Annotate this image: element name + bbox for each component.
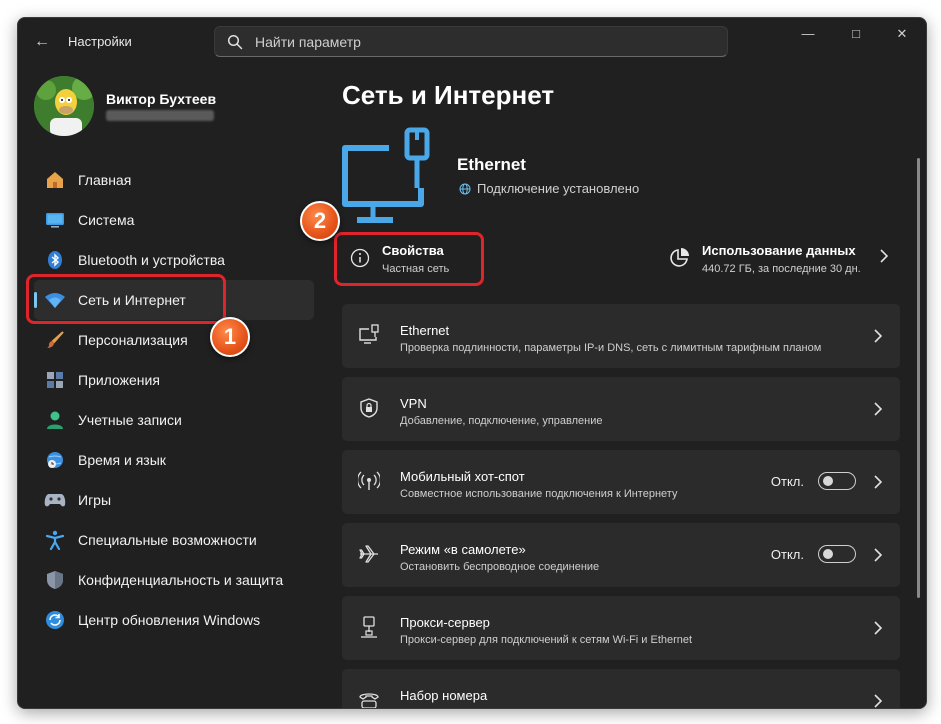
minimize-icon[interactable]: — <box>788 24 828 44</box>
bluetooth-icon <box>44 249 66 271</box>
airplane-mode-toggle[interactable] <box>818 545 856 563</box>
step-badge-2: 2 <box>300 201 340 241</box>
row-title: Прокси-сервер <box>400 615 490 630</box>
title-bar: ← Настройки — □ ✕ <box>18 18 926 66</box>
row-subtitle: Совместное использование подключения к И… <box>400 488 678 500</box>
sidebar-item-accounts[interactable]: Учетные записи <box>34 400 314 440</box>
accessibility-icon <box>44 529 66 551</box>
brush-icon <box>44 329 66 351</box>
sidebar-item-system[interactable]: Система <box>34 200 314 240</box>
sidebar-item-label: Учетные записи <box>78 412 182 428</box>
row-subtitle: Проверка подлинности, параметры IP-и DNS… <box>400 342 822 354</box>
close-icon[interactable]: ✕ <box>882 24 922 44</box>
chevron-right-icon <box>874 548 883 562</box>
sidebar-item-label: Персонализация <box>78 332 188 348</box>
step-badge-1: 1 <box>210 317 250 357</box>
chevron-right-icon <box>874 329 883 343</box>
row-subtitle: Добавление, подключение, управление <box>400 415 603 427</box>
sidebar-item-home[interactable]: Главная <box>34 160 314 200</box>
sidebar-item-label: Bluetooth и устройства <box>78 252 225 268</box>
sidebar-nav: Главная Система Bluetooth и устройства С… <box>34 160 314 640</box>
airplane-icon <box>358 543 380 565</box>
sidebar-item-privacy[interactable]: Конфиденциальность и защита <box>34 560 314 600</box>
maximize-icon[interactable]: □ <box>836 24 876 44</box>
row-title: Режим «в самолете» <box>400 542 526 557</box>
toggle-knob <box>823 549 833 559</box>
row-mobile-hotspot[interactable]: Мобильный хот-спот Совместное использова… <box>342 450 900 514</box>
toggle-knob <box>823 476 833 486</box>
settings-list: Ethernet Проверка подлинности, параметры… <box>342 304 900 708</box>
hotspot-toggle[interactable] <box>818 472 856 490</box>
vpn-shield-icon <box>358 397 380 419</box>
row-title: Мобильный хот-спот <box>400 469 525 484</box>
row-proxy[interactable]: Прокси-сервер Прокси-сервер для подключе… <box>342 596 900 660</box>
sidebar-item-gaming[interactable]: Игры <box>34 480 314 520</box>
connection-status-text: Подключение установлено <box>477 181 640 196</box>
sidebar-item-label: Конфиденциальность и защита <box>78 572 284 588</box>
callout-network <box>26 274 226 324</box>
profile-email-blurred <box>106 110 214 121</box>
scrollbar[interactable] <box>917 158 920 598</box>
globe-clock-icon <box>44 449 66 471</box>
row-title: Ethernet <box>400 323 450 338</box>
back-arrow-icon[interactable]: ← <box>32 32 52 52</box>
settings-window: ← Настройки — □ ✕ Виктор Бухтеев <box>17 17 927 709</box>
avatar[interactable] <box>34 76 94 136</box>
sidebar-item-label: Время и язык <box>78 452 166 468</box>
chevron-right-icon <box>880 249 889 263</box>
search-input[interactable] <box>255 32 715 52</box>
apps-icon <box>44 369 66 391</box>
ethernet-computer-icon <box>342 127 430 223</box>
row-ethernet[interactable]: Ethernet Проверка подлинности, параметры… <box>342 304 900 368</box>
row-title: Набор номера <box>400 688 488 703</box>
sidebar-item-windows-update[interactable]: Центр обновления Windows <box>34 600 314 640</box>
sidebar-item-label: Система <box>78 212 135 228</box>
app-title: Настройки <box>68 34 132 49</box>
row-dialup[interactable]: Набор номера <box>342 669 900 708</box>
chevron-right-icon <box>874 694 883 708</box>
gamepad-icon <box>44 489 66 511</box>
chevron-right-icon <box>874 621 883 635</box>
row-subtitle: Остановить беспроводное соединение <box>400 561 600 573</box>
update-icon <box>44 609 66 631</box>
sidebar-item-personalization[interactable]: Персонализация <box>34 320 314 360</box>
row-airplane-mode[interactable]: Режим «в самолете» Остановить беспроводн… <box>342 523 900 587</box>
row-title: VPN <box>400 396 427 411</box>
globe-icon <box>459 183 471 194</box>
data-usage-button[interactable]: Использование данных 440.72 ГБ, за после… <box>666 236 900 284</box>
connection-status: Подключение установлено <box>459 181 639 196</box>
shield-icon <box>44 569 66 591</box>
search-box[interactable] <box>214 26 728 57</box>
profile-name: Виктор Бухтеев <box>106 91 217 107</box>
row-vpn[interactable]: VPN Добавление, подключение, управление <box>342 377 900 441</box>
account-icon <box>44 409 66 431</box>
sidebar-item-label: Специальные возможности <box>78 532 257 548</box>
sidebar-item-time-language[interactable]: Время и язык <box>34 440 314 480</box>
chevron-right-icon <box>874 475 883 489</box>
sidebar-item-label: Игры <box>78 492 112 508</box>
data-usage-subtitle: 440.72 ГБ, за последние 30 дн. <box>702 263 861 275</box>
sidebar-item-label: Главная <box>78 172 132 188</box>
data-usage-title: Использование данных <box>702 243 856 258</box>
connection-name: Ethernet <box>457 155 526 174</box>
toggle-state-label: Откл. <box>770 474 804 489</box>
sidebar-item-apps[interactable]: Приложения <box>34 360 314 400</box>
sidebar-item-accessibility[interactable]: Специальные возможности <box>34 520 314 560</box>
pie-chart-icon <box>670 248 689 267</box>
ethernet-icon <box>358 324 380 346</box>
system-icon <box>44 209 66 231</box>
dialup-icon <box>358 689 380 708</box>
search-icon <box>227 34 243 50</box>
hotspot-icon <box>358 470 380 492</box>
row-subtitle: Прокси-сервер для подключений к сетям Wi… <box>400 634 693 646</box>
chevron-right-icon <box>874 402 883 416</box>
sidebar-item-label: Приложения <box>78 372 160 388</box>
sidebar-item-label: Центр обновления Windows <box>78 612 261 628</box>
page-title: Сеть и Интернет <box>342 80 555 110</box>
toggle-state-label: Откл. <box>770 547 804 562</box>
avatar-image <box>34 76 94 136</box>
proxy-icon <box>358 616 380 638</box>
callout-properties <box>334 232 484 286</box>
home-icon <box>44 169 66 191</box>
